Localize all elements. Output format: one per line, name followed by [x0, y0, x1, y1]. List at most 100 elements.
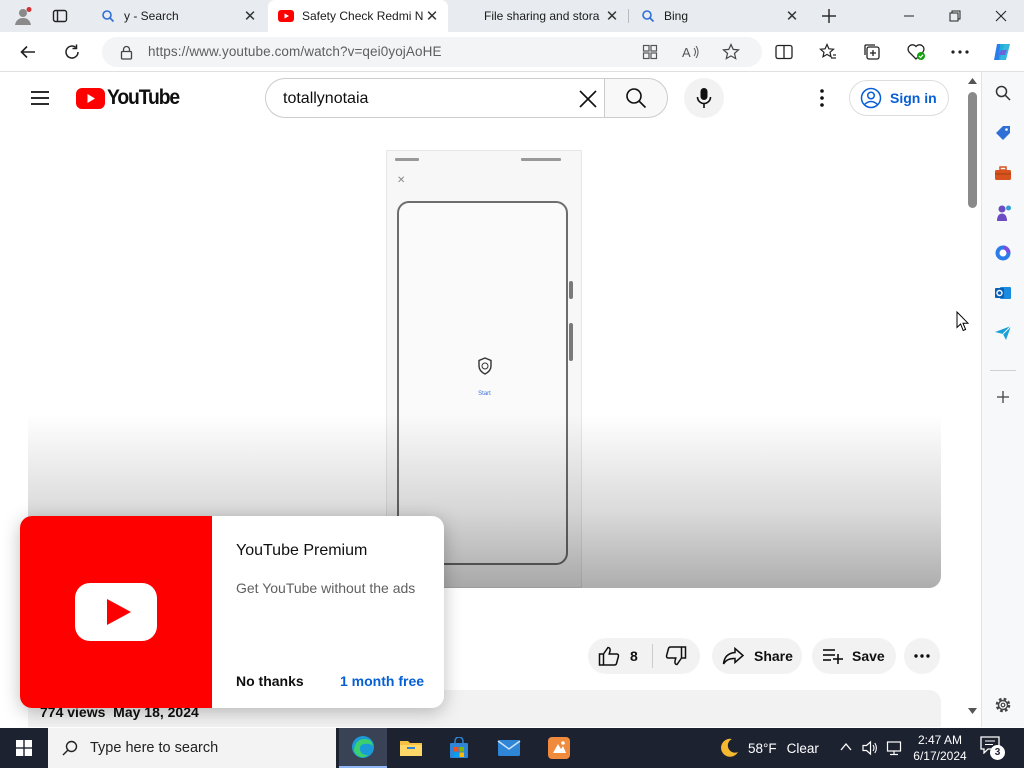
hamburger-icon — [31, 91, 49, 105]
refresh-button[interactable] — [56, 36, 88, 68]
url-text: https://www.youtube.com/watch?v=qei0yojA… — [148, 44, 442, 59]
edge-sidebar — [981, 72, 1024, 727]
no-thanks-button[interactable]: No thanks — [236, 673, 304, 689]
scroll-down-arrow-icon[interactable] — [968, 708, 977, 714]
youtube-logo[interactable]: YouTube — [76, 86, 185, 110]
account-icon — [860, 87, 882, 109]
read-aloud-icon[interactable]: A — [682, 44, 700, 60]
scroll-up-arrow-icon[interactable] — [968, 78, 977, 84]
restore-icon — [949, 10, 961, 22]
outlook-icon — [995, 287, 1011, 299]
voice-search-button[interactable] — [684, 78, 724, 118]
page-scrollbar[interactable] — [965, 72, 980, 727]
dislike-button[interactable] — [653, 638, 699, 674]
close-icon — [995, 10, 1007, 22]
search-icon — [626, 88, 647, 109]
notification-center-button[interactable]: 3 — [980, 736, 1006, 760]
volume-icon[interactable] — [862, 740, 878, 756]
like-button[interactable]: 8 — [588, 638, 652, 674]
taskbar-edge-button[interactable] — [339, 728, 387, 768]
tab-title: y - Search — [124, 9, 179, 23]
youtube-icon — [278, 8, 294, 24]
system-clock[interactable]: 2:47 AM 6/17/2024 — [910, 732, 970, 764]
sidebar-drop-button[interactable] — [990, 320, 1016, 346]
tab-file-sharing[interactable]: File sharing and stora ✕ — [450, 0, 628, 32]
sidebar-search-button[interactable] — [990, 80, 1016, 106]
back-button[interactable] — [12, 36, 44, 68]
search-button[interactable] — [604, 78, 668, 118]
lock-icon — [120, 45, 133, 60]
tab-bing[interactable]: Bing ✕ — [630, 0, 808, 32]
youtube-play-logo-icon — [75, 583, 157, 641]
clear-search-icon[interactable] — [578, 89, 598, 109]
more-horizontal-icon — [914, 654, 930, 658]
copilot-icon — [994, 44, 1010, 60]
close-tab-icon[interactable]: ✕ — [242, 8, 258, 25]
like-count: 8 — [630, 648, 638, 664]
close-tab-icon[interactable]: ✕ — [784, 8, 800, 25]
taskbar-app-button[interactable] — [535, 728, 583, 768]
notification-badge: 3 — [990, 745, 1005, 760]
free-trial-button[interactable]: 1 month free — [340, 673, 424, 689]
profile-button[interactable] — [8, 0, 38, 32]
share-button[interactable]: Share — [712, 638, 802, 674]
new-tab-button[interactable] — [814, 0, 844, 32]
weather-widget[interactable]: 58°F Clear — [718, 728, 819, 768]
youtube-logo-text: YouTube — [107, 86, 180, 109]
sidebar-add-button[interactable] — [990, 384, 1016, 410]
sidebar-divider — [990, 370, 1016, 371]
sidebar-settings-button[interactable] — [990, 692, 1016, 718]
tab-actions-button[interactable] — [44, 0, 76, 32]
close-tab-icon[interactable]: ✕ — [424, 8, 440, 25]
browser-essentials-button[interactable] — [900, 36, 932, 68]
taskbar-mail-button[interactable] — [485, 728, 533, 768]
sidebar-tools-button[interactable] — [990, 160, 1016, 186]
taskbar-store-button[interactable] — [435, 728, 483, 768]
shopping-tag-icon — [996, 126, 1010, 140]
copilot-button[interactable] — [986, 36, 1018, 68]
restore-button[interactable] — [932, 0, 978, 32]
sidebar-outlook-button[interactable] — [990, 280, 1016, 306]
settings-menu-button[interactable] — [810, 86, 834, 110]
toolbox-icon — [995, 166, 1011, 180]
search-icon — [62, 740, 78, 756]
more-horizontal-icon — [951, 50, 969, 54]
windows-logo-icon — [16, 740, 32, 756]
temperature: 58°F — [748, 740, 777, 756]
taskbar-search-box[interactable]: Type here to search — [48, 728, 336, 768]
send-paper-plane-icon — [995, 325, 1012, 340]
url-field[interactable]: https://www.youtube.com/watch?v=qei0yojA… — [102, 37, 762, 67]
more-actions-button[interactable] — [904, 638, 940, 674]
save-button[interactable]: Save — [812, 638, 896, 674]
tab-youtube-video[interactable]: Safety Check Redmi N ✕ — [268, 0, 448, 32]
settings-more-button[interactable] — [944, 36, 976, 68]
tab-title: Bing — [664, 9, 689, 23]
tab-search[interactable]: y - Search ✕ — [90, 0, 266, 32]
chevron-up-icon[interactable] — [840, 742, 852, 752]
split-screen-button[interactable] — [768, 36, 800, 68]
sidebar-copilot-app-button[interactable] — [990, 240, 1016, 266]
premium-description: Get YouTube without the ads — [236, 580, 416, 596]
start-button[interactable] — [0, 728, 48, 768]
scrollbar-thumb[interactable] — [968, 92, 977, 208]
search-icon — [995, 85, 1011, 101]
menu-button[interactable] — [28, 86, 52, 110]
sidebar-games-button[interactable] — [990, 200, 1016, 226]
app-available-icon[interactable] — [642, 44, 658, 60]
close-window-button[interactable] — [978, 0, 1024, 32]
edge-icon — [352, 736, 374, 758]
svg-text:A: A — [682, 45, 691, 60]
search-input[interactable]: totallynotaia — [265, 78, 605, 118]
phone-close-icon: ✕ — [397, 175, 406, 186]
collections-button[interactable] — [856, 36, 888, 68]
network-icon[interactable] — [886, 740, 902, 756]
favorite-star-icon[interactable] — [722, 43, 740, 61]
clock-date: 6/17/2024 — [913, 749, 967, 763]
sign-in-button[interactable]: Sign in — [849, 80, 949, 116]
close-tab-icon[interactable]: ✕ — [604, 8, 620, 25]
minimize-button[interactable] — [886, 0, 932, 32]
sidebar-shopping-button[interactable] — [990, 120, 1016, 146]
taskbar-file-explorer-button[interactable] — [387, 728, 435, 768]
favorites-button[interactable] — [812, 36, 844, 68]
minimize-icon — [904, 15, 914, 17]
